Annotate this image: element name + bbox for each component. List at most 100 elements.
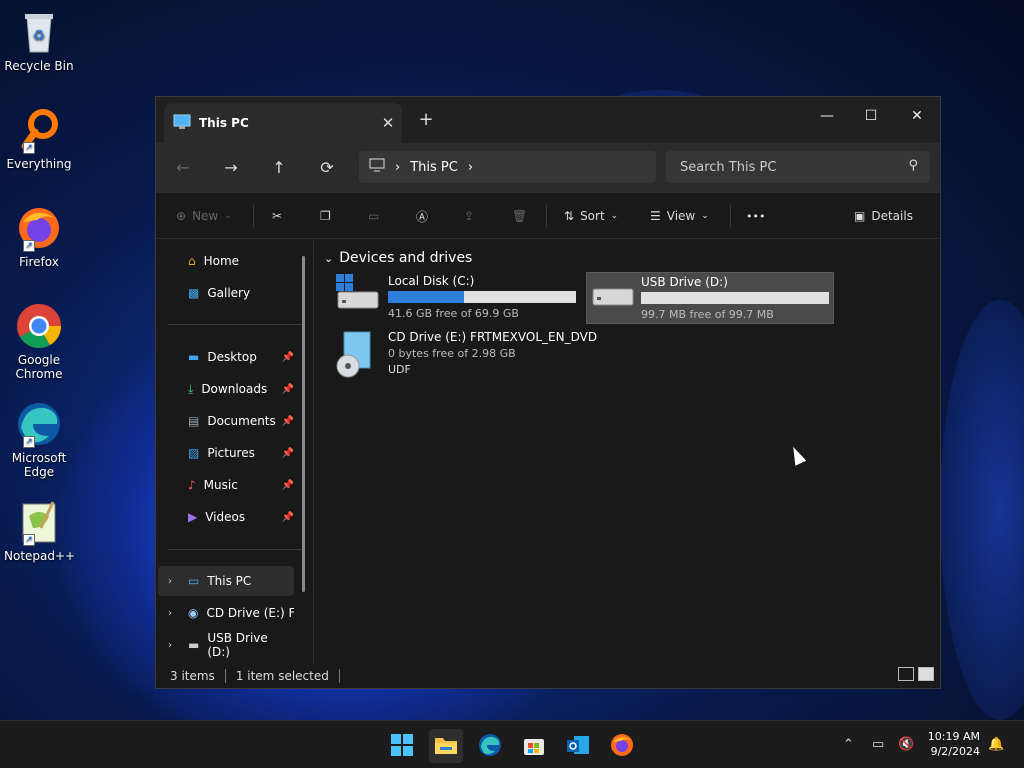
details-pane-icon: ▣ [854,209,866,223]
desktop-icon-recycle-bin[interactable]: ♻ Recycle Bin [4,8,74,73]
sidebar-item-downloads[interactable]: ⤓ Downloads 📌 [158,374,294,404]
pin-icon[interactable]: 📌 [282,512,294,523]
notepadpp-icon: ↗ [15,498,63,546]
tab-this-pc[interactable]: This PC ✕ [164,103,402,143]
clock-date: 9/2/2024 [930,745,980,758]
sidebar-item-label: Downloads [201,382,268,396]
sidebar-scrollbar[interactable] [302,256,305,592]
up-button[interactable]: ↑ [264,153,294,183]
firefox-icon: ↗ [15,204,63,252]
navigation-pane: ⌂ Home ▩ Gallery ▬ Desktop 📌 ⤓ Downloads… [156,240,314,663]
taskbar-firefox[interactable] [605,729,639,763]
chevron-right-icon[interactable]: › [168,576,172,587]
show-hidden-icons-chevron[interactable]: ⌃ [843,737,854,752]
sort-button[interactable]: ⇅ Sort ⌄ [564,201,618,231]
drive-cd-e[interactable]: CD Drive (E:) FRTMEXVOL_EN_DVD 0 bytes f… [334,330,597,381]
more-options-button[interactable]: ••• [746,201,765,231]
delete-button[interactable]: 🗑 [512,201,527,231]
file-explorer-window: This PC ✕ + — ☐ ✕ ← → ↑ ⟳ › This PC › Se… [155,96,941,689]
back-button[interactable]: ← [168,153,198,183]
explorer-body: ⌂ Home ▩ Gallery ▬ Desktop 📌 ⤓ Downloads… [156,240,940,663]
sidebar-item-pictures[interactable]: ▨ Pictures 📌 [158,438,294,468]
pin-icon[interactable]: 📌 [282,416,294,427]
rename-icon: Ⓐ [416,209,429,224]
sidebar-item-label: Music [203,478,238,492]
paste-button[interactable]: ▭ [368,201,379,231]
taskbar-edge[interactable] [473,729,507,763]
copy-button[interactable]: ❐ [320,201,331,231]
pc-icon [369,158,385,176]
tab-label: This PC [199,116,249,130]
breadcrumb-separator[interactable]: › [395,160,400,175]
taskbar-outlook[interactable] [561,729,595,763]
sidebar-divider [168,549,302,550]
sidebar-item-videos[interactable]: ▶ Videos 📌 [158,502,294,532]
drive-local-disk-c[interactable]: Local Disk (C:) 41.6 GB free of 69.9 GB [334,274,576,320]
gallery-icon: ▩ [188,286,200,300]
rename-button[interactable]: Ⓐ [416,201,428,231]
outlook-mail-icon [566,734,590,759]
address-bar[interactable]: › This PC › [359,151,656,183]
search-placeholder: Search This PC [680,159,777,175]
taskbar-file-explorer[interactable] [429,729,463,763]
new-button[interactable]: ⊕ New ⌄ [176,201,232,231]
tab-close-icon[interactable]: ✕ [374,114,402,132]
new-tab-button[interactable]: + [414,109,438,130]
sidebar-item-usb-drive[interactable]: › ▬ USB Drive (D:) [158,630,294,660]
notification-bell-icon[interactable]: 🔔 [988,737,1004,752]
refresh-button[interactable]: ⟳ [312,153,342,183]
pictures-icon: ▨ [188,446,200,460]
share-button[interactable]: ⇪ [464,201,474,231]
drive-usb-d[interactable]: USB Drive (D:) 99.7 MB free of 99.7 MB [586,272,834,324]
desktop-icon-notepadpp[interactable]: ↗ Notepad++ [4,498,76,563]
details-label: Details [871,209,913,223]
desktop-icon-chrome[interactable]: Google Chrome [4,302,74,381]
volume-muted-icon[interactable]: 🔇 [898,737,914,752]
chevron-right-icon[interactable]: › [168,640,172,651]
sidebar-item-documents[interactable]: ▤ Documents 📌 [158,406,294,436]
sidebar-item-desktop[interactable]: ▬ Desktop 📌 [158,342,294,372]
usb-drive-icon [591,275,637,323]
details-view-icon[interactable] [898,667,914,681]
forward-button[interactable]: → [216,153,246,183]
view-button[interactable]: ☰ View ⌄ [650,201,709,231]
sort-icon: ⇅ [564,209,575,223]
pin-icon[interactable]: 📌 [282,448,294,459]
pin-icon[interactable]: 📌 [282,352,294,363]
desktop-icon-firefox[interactable]: ↗ Firefox [4,204,74,269]
sidebar-item-this-pc[interactable]: › ▭ This PC [158,566,294,596]
taskbar-store[interactable] [517,729,551,763]
chevron-down-icon: ⌄ [224,211,232,221]
sidebar-item-home[interactable]: ⌂ Home [158,246,294,276]
pc-icon: ▭ [188,574,200,588]
desktop-icon-everything[interactable]: ↗ Everything [4,106,74,171]
svg-text:♻: ♻ [33,28,46,44]
store-bag-icon [523,734,545,759]
desktop-icon-edge[interactable]: ↗ Microsoft Edge [4,400,74,479]
minimize-button[interactable]: — [804,101,850,131]
chevron-right-icon[interactable]: › [168,608,172,619]
desktop-icon-label: Notepad++ [4,549,76,563]
chevron-down-icon: ⌄ [610,211,619,221]
search-input[interactable]: Search This PC ⚲ [666,151,930,183]
maximize-button[interactable]: ☐ [848,101,894,131]
sidebar-item-label: This PC [207,574,252,588]
breadcrumb-this-pc[interactable]: This PC [410,160,458,175]
system-clock[interactable]: 10:19 AM 9/2/2024 [928,729,980,759]
close-button[interactable]: ✕ [894,101,940,131]
cut-button[interactable]: ✂ [272,201,282,231]
group-header-devices[interactable]: ⌄ Devices and drives [324,250,472,266]
sidebar-item-music[interactable]: ♪ Music 📌 [158,470,294,500]
start-button[interactable] [385,729,419,763]
pin-icon[interactable]: 📌 [282,480,294,491]
desktop-icon-label: Microsoft Edge [11,451,67,479]
hard-drive-windows-icon [334,274,380,320]
tiles-view-icon[interactable] [918,667,934,681]
details-button[interactable]: ▣ Details [854,201,913,231]
sidebar-item-label: Gallery [207,286,251,300]
sidebar-item-gallery[interactable]: ▩ Gallery [158,278,294,308]
pin-icon[interactable]: 📌 [282,384,294,395]
sidebar-item-cd-drive[interactable]: › ◉ CD Drive (E:) FRT [158,598,294,628]
breadcrumb-separator-end[interactable]: › [468,160,473,175]
network-icon[interactable]: ▭ [872,737,884,752]
